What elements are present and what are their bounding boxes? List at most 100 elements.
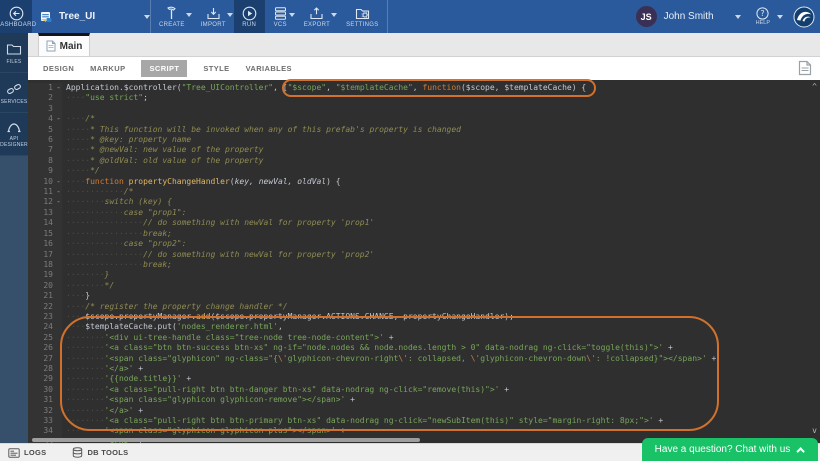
code-line: 28········'</a>' +	[28, 364, 820, 374]
line-number[interactable]: 26	[28, 343, 62, 353]
editor-mode-tabs: DESIGN MARKUP SCRIPT STYLE VARIABLES	[28, 57, 820, 80]
subtab-script[interactable]: SCRIPT	[141, 60, 187, 77]
run-icon	[242, 6, 257, 21]
code-line: 26········'<a class="btn btn-success btn…	[28, 343, 820, 353]
chevron-down-icon	[289, 13, 295, 17]
subtab-variables[interactable]: VARIABLES	[246, 64, 292, 73]
line-number[interactable]: 31	[28, 395, 62, 405]
code-editor[interactable]: 1- Application.$controller("Tree_UIContro…	[28, 80, 820, 443]
chat-widget-button[interactable]: Have a question? Chat with us	[642, 438, 818, 461]
bottombar-item-db-tools[interactable]: DB TOOLS	[72, 447, 128, 458]
topbar-item-label: SETTINGS	[346, 22, 378, 28]
line-number[interactable]: 8	[28, 156, 62, 166]
hammer-icon	[164, 6, 179, 21]
code-text: ····/* register the property change hand…	[66, 302, 288, 312]
line-number[interactable]: 24	[28, 322, 62, 332]
line-number[interactable]: 2	[28, 93, 62, 103]
line-number[interactable]: 11-	[28, 187, 62, 197]
help-button[interactable]: ? HELP	[756, 7, 770, 26]
fold-marker-icon[interactable]: -	[56, 114, 61, 124]
line-number[interactable]: 29	[28, 374, 62, 384]
code-text: Application.$controller("Tree_UIControll…	[66, 83, 586, 93]
line-number[interactable]: 33	[28, 416, 62, 426]
line-number[interactable]: 14	[28, 218, 62, 228]
vcs-icon	[273, 6, 288, 21]
subtab-markup[interactable]: MARKUP	[90, 64, 125, 73]
project-switcher[interactable]: Tree_UI	[32, 0, 150, 33]
dashboard-button[interactable]: DASHBOARD	[0, 0, 32, 33]
topbar-item-label: VCS	[274, 22, 287, 28]
line-number[interactable]: 5	[28, 125, 62, 135]
line-number[interactable]: 13	[28, 208, 62, 218]
line-number[interactable]: 4-	[28, 114, 62, 124]
db-icon	[72, 447, 83, 458]
line-number[interactable]: 12-	[28, 197, 62, 207]
code-line: 9·····*/	[28, 166, 820, 176]
line-number[interactable]: 27	[28, 354, 62, 364]
sidebar-item-api-designer[interactable]: API DESIGNER	[0, 113, 28, 156]
user-menu-caret-icon[interactable]	[735, 15, 741, 19]
line-number[interactable]: 32	[28, 406, 62, 416]
topbar-divider	[387, 0, 388, 33]
line-number[interactable]: 3	[28, 104, 62, 114]
topbar-item-run[interactable]: RUN	[234, 0, 265, 33]
code-text: ····/*	[66, 114, 95, 124]
code-lines: 1- Application.$controller("Tree_UIContro…	[28, 80, 820, 443]
line-number[interactable]: 19	[28, 270, 62, 280]
code-line: 5 ·····* This function will be invoked wh…	[28, 125, 820, 135]
subtab-style[interactable]: STYLE	[203, 64, 229, 73]
line-number[interactable]: 21	[28, 291, 62, 301]
sidebar-item-files[interactable]: FILES	[0, 33, 28, 73]
line-number[interactable]: 1-	[28, 83, 62, 93]
code-line: 29········'{{node.title}}' +	[28, 374, 820, 384]
save-file-icon[interactable]	[798, 60, 812, 76]
sidebar-item-services[interactable]: SERVICES	[0, 73, 28, 113]
code-text: ·····* This function will be invoked whe…	[66, 125, 461, 135]
fold-marker-icon[interactable]: -	[56, 187, 61, 197]
line-number[interactable]: 28	[28, 364, 62, 374]
tab-main[interactable]: Main	[38, 33, 90, 56]
line-number[interactable]: 9	[28, 166, 62, 176]
subtab-design[interactable]: DESIGN	[43, 64, 74, 73]
project-icon	[40, 10, 53, 23]
code-text: ················// do something with new…	[66, 218, 374, 228]
line-number[interactable]: 25	[28, 333, 62, 343]
line-number[interactable]: 7	[28, 145, 62, 155]
chat-label: Have a question? Chat with us	[655, 444, 791, 455]
fold-marker-icon[interactable]: -	[56, 83, 61, 93]
line-number[interactable]: 23	[28, 312, 62, 322]
topbar-item-export[interactable]: EXPORT	[296, 0, 338, 33]
bottombar-item-logs[interactable]: LOGS	[8, 448, 46, 458]
line-number[interactable]: 20	[28, 281, 62, 291]
topbar-item-settings[interactable]: SETTINGS	[338, 0, 386, 33]
code-line: 16············case "prop2":	[28, 239, 820, 249]
topbar-item-vcs[interactable]: VCS	[265, 0, 296, 33]
svg-text:?: ?	[761, 9, 765, 18]
line-number[interactable]: 6	[28, 135, 62, 145]
topbar-item-create[interactable]: CREATE	[151, 0, 193, 33]
line-number[interactable]: 15	[28, 229, 62, 239]
code-text: ········'<a class="pull-right btn btn-pr…	[66, 416, 663, 426]
line-number[interactable]: 30	[28, 385, 62, 395]
fold-marker-icon[interactable]: -	[56, 197, 61, 207]
code-text: ········'<span class="glyphicon glyphico…	[66, 426, 345, 436]
code-text: ········*/	[66, 281, 114, 291]
line-number[interactable]: 17	[28, 250, 62, 260]
scroll-down-icon[interactable]: v	[812, 426, 817, 435]
sidebar-item-label: SERVICES	[1, 99, 28, 105]
topbar-item-import[interactable]: IMPORT	[193, 0, 234, 33]
line-number[interactable]: 22	[28, 302, 62, 312]
horizontal-scrollbar-thumb[interactable]	[32, 438, 420, 442]
fold-marker-icon[interactable]: -	[56, 177, 61, 187]
line-number[interactable]: 18	[28, 260, 62, 270]
api-designer-icon	[6, 122, 22, 133]
line-number[interactable]: 10-	[28, 177, 62, 187]
line-number[interactable]: 16	[28, 239, 62, 249]
wavemaker-logo-icon[interactable]	[793, 6, 815, 28]
line-number[interactable]: 34	[28, 426, 62, 436]
code-line: 15················break;	[28, 229, 820, 239]
code-line: 23····$scope.propertyManager.add($scope.…	[28, 312, 820, 322]
user-avatar[interactable]: JS	[636, 6, 657, 27]
scroll-up-icon[interactable]: ^	[812, 82, 817, 91]
help-caret-icon[interactable]	[777, 15, 783, 19]
